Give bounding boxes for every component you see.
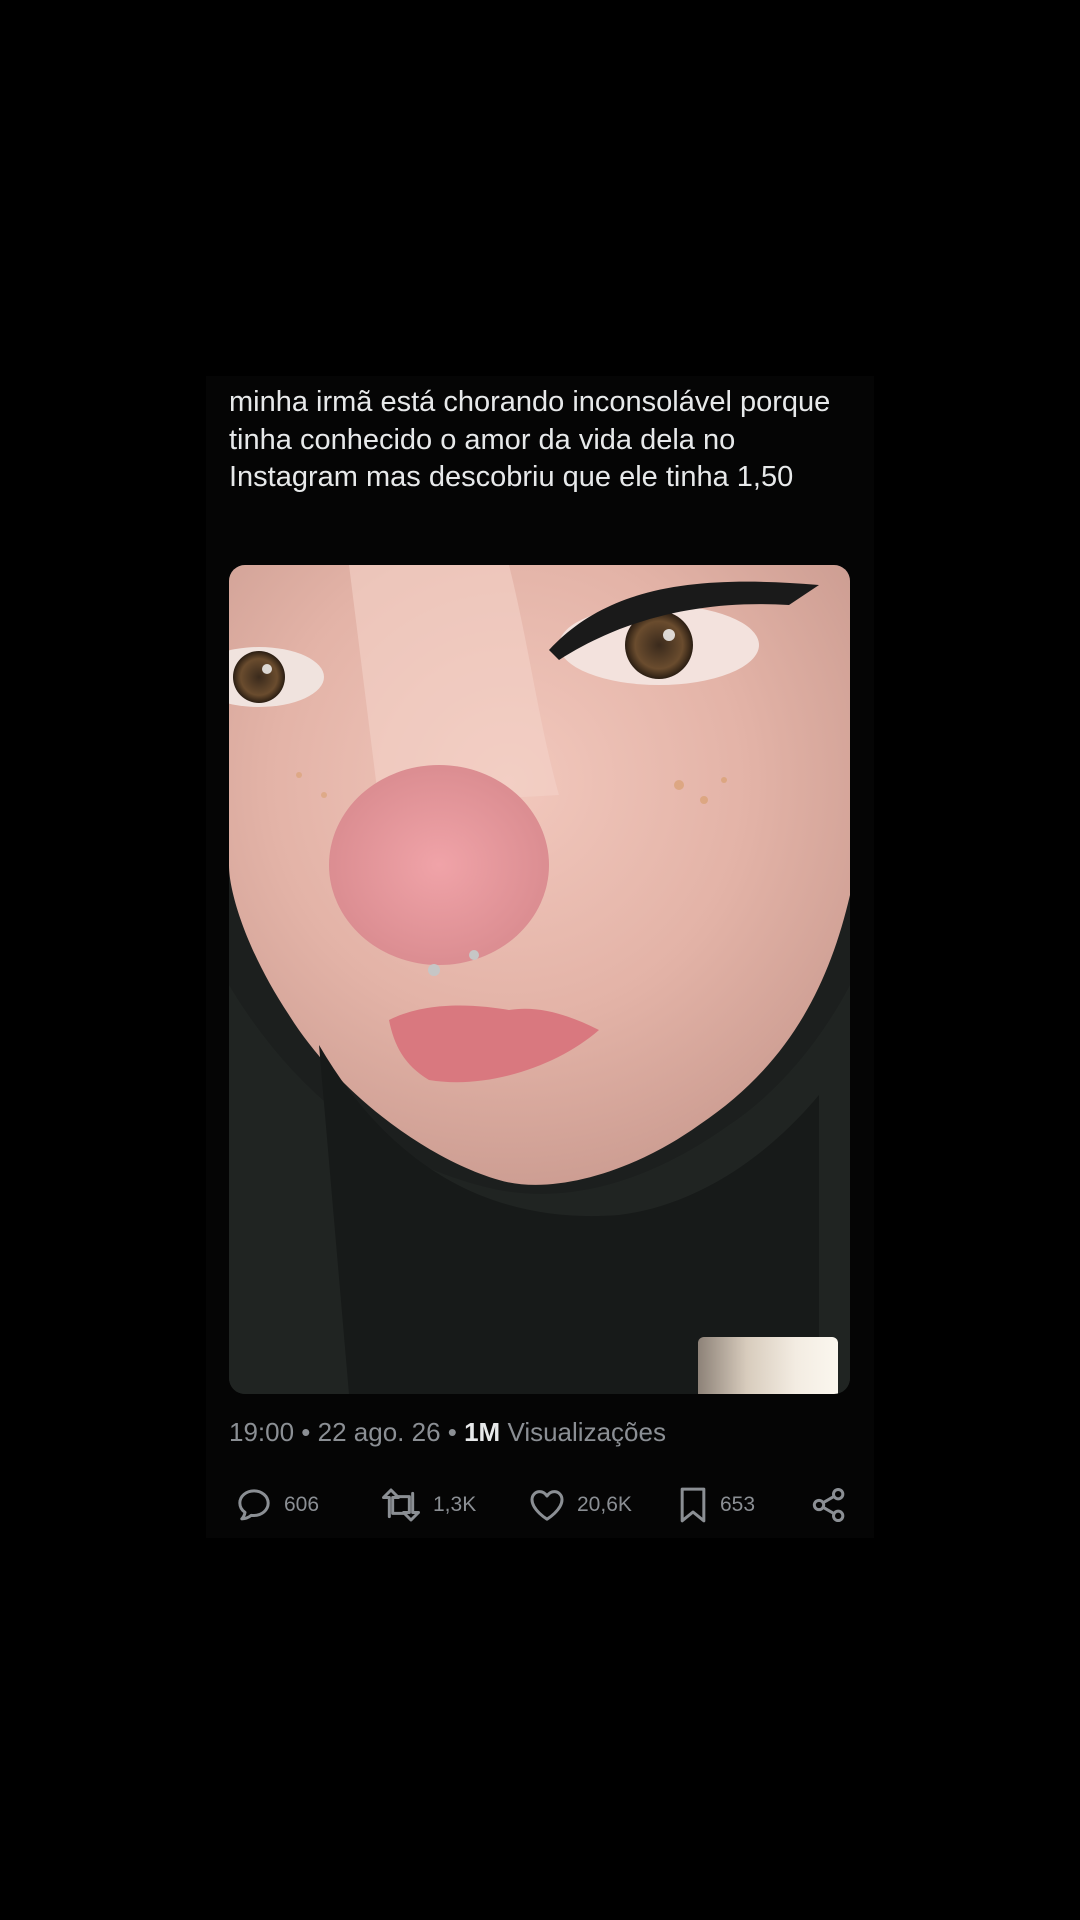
meta-separator: • xyxy=(440,1417,465,1447)
tweet-meta: 19:00 • 22 ago. 26 • 1M Visualizações xyxy=(229,1415,666,1449)
meta-separator: • xyxy=(294,1417,318,1447)
reply-icon xyxy=(238,1489,270,1521)
video-thumbnail[interactable] xyxy=(698,1337,838,1394)
tweet-text: minha irmã está chorando inconsolável po… xyxy=(229,386,831,493)
share-button[interactable] xyxy=(809,1480,849,1530)
tweet-photo[interactable] xyxy=(229,565,850,1394)
retweet-count: 1,3K xyxy=(433,1493,477,1516)
share-icon xyxy=(812,1488,845,1522)
bookmark-count: 653 xyxy=(720,1493,756,1516)
views-count: 1M xyxy=(464,1417,501,1447)
retweet-icon xyxy=(382,1488,420,1522)
retweet-button[interactable]: 1,3K xyxy=(379,1480,476,1530)
like-count: 20,6K xyxy=(577,1493,632,1516)
reply-button[interactable]: 606 xyxy=(234,1480,319,1530)
reply-count: 606 xyxy=(284,1493,320,1516)
views-label: Visualizações xyxy=(500,1417,666,1447)
bookmark-icon xyxy=(680,1487,706,1523)
tweet-card: minha irmã está chorando inconsolável po… xyxy=(206,376,874,1538)
tweet-actions: 606 1,3K 20,6K 653 xyxy=(229,1480,859,1530)
bookmark-button[interactable]: 653 xyxy=(676,1480,755,1530)
tweet-time[interactable]: 19:00 xyxy=(229,1417,294,1447)
tweet-date[interactable]: 22 ago. 26 xyxy=(318,1417,441,1447)
heart-icon xyxy=(530,1490,564,1521)
like-button[interactable]: 20,6K xyxy=(527,1480,632,1530)
photo-illustration xyxy=(229,565,850,1394)
